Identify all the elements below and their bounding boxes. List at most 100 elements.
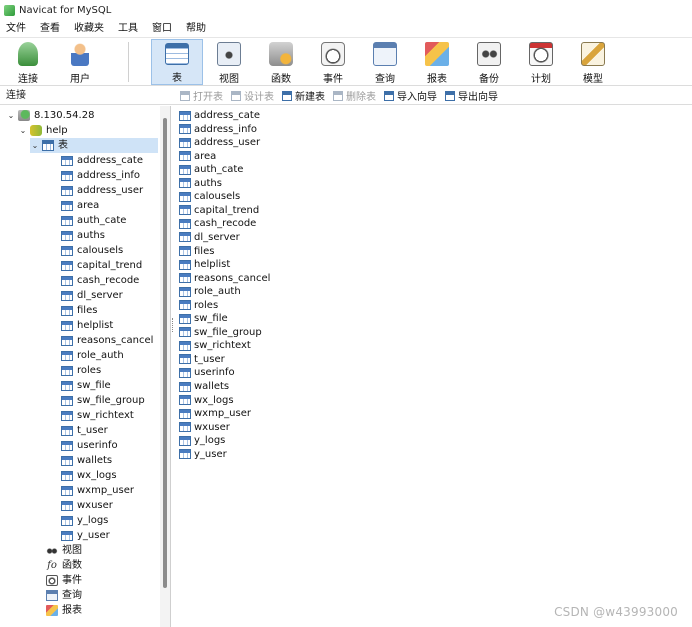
tree-node-table[interactable]: y_user: [61, 528, 110, 543]
menu-item[interactable]: 帮助: [179, 20, 213, 38]
event-icon: [321, 42, 345, 66]
table-list-item[interactable]: address_cate: [179, 109, 260, 122]
tree-node-table[interactable]: calousels: [61, 243, 123, 258]
toolbar-button[interactable]: 备份: [463, 39, 515, 85]
tree-node-table[interactable]: wx_logs: [61, 468, 117, 483]
table-list-item[interactable]: cash_recode: [179, 217, 256, 230]
tree-node-table[interactable]: reasons_cancel: [61, 333, 153, 348]
tree-node-table[interactable]: wallets: [61, 453, 112, 468]
tree-node-table[interactable]: dl_server: [61, 288, 123, 303]
toolbar-button[interactable]: 查询: [359, 39, 411, 85]
table-list-item[interactable]: address_info: [179, 123, 257, 136]
table-action-icon: [333, 90, 343, 101]
tree-node-table[interactable]: roles: [61, 363, 101, 378]
object-toolbar-button[interactable]: 删除表: [333, 88, 376, 103]
table-list-item[interactable]: sw_richtext: [179, 339, 251, 352]
table-list-item[interactable]: wallets: [179, 380, 229, 393]
table-list-item[interactable]: auths: [179, 177, 222, 190]
tree-node-table[interactable]: sw_richtext: [61, 408, 134, 423]
tree-node-label: files: [77, 305, 98, 316]
menu-item[interactable]: 文件: [0, 20, 33, 38]
toolbar-button[interactable]: 表: [151, 39, 203, 85]
tree-scrollbar[interactable]: [160, 106, 170, 627]
tree-node-table[interactable]: address_user: [61, 183, 143, 198]
table-list-item[interactable]: userinfo: [179, 366, 235, 379]
table-list-item[interactable]: t_user: [179, 353, 225, 366]
table-icon: [179, 191, 191, 202]
tree-node-table[interactable]: capital_trend: [61, 258, 142, 273]
tree-node-table[interactable]: role_auth: [61, 348, 124, 363]
table-list-item[interactable]: wxuser: [179, 421, 230, 434]
tree-node-database[interactable]: ⌄ help: [18, 123, 68, 138]
table-list-item[interactable]: area: [179, 150, 216, 163]
tree-node-tables[interactable]: ⌄ 表: [30, 138, 158, 153]
table-list-item[interactable]: capital_trend: [179, 204, 259, 217]
toolbar-button[interactable]: 报表: [411, 39, 463, 85]
tree-node-group[interactable]: 报表: [46, 603, 82, 618]
toolbar-button-label: 连接: [18, 74, 38, 85]
tree-node-group[interactable]: 视图: [46, 543, 82, 558]
table-list-item[interactable]: role_auth: [179, 285, 241, 298]
toolbar-button[interactable]: 计划: [515, 39, 567, 85]
table-list-item[interactable]: y_logs: [179, 434, 225, 447]
tree-node-table[interactable]: t_user: [61, 423, 108, 438]
table-list-item[interactable]: files: [179, 245, 214, 258]
tree-node-table[interactable]: sw_file: [61, 378, 111, 393]
table-icon: [179, 286, 191, 297]
table-list-item[interactable]: sw_file_group: [179, 326, 262, 339]
table-list-item-label: address_cate: [194, 110, 260, 121]
tree-node-server[interactable]: ⌄ 8.130.54.28: [6, 108, 94, 123]
toolbar-button[interactable]: 视图: [203, 39, 255, 85]
menu-item[interactable]: 查看: [33, 20, 67, 38]
table-list-item[interactable]: wx_logs: [179, 394, 234, 407]
menu-item[interactable]: 窗口: [145, 20, 179, 38]
tree-node-table[interactable]: address_info: [61, 168, 140, 183]
tree-node-table[interactable]: wxuser: [61, 498, 113, 513]
table-list-item[interactable]: reasons_cancel: [179, 272, 270, 285]
toolbar-button[interactable]: 用户: [54, 39, 106, 85]
object-toolbar-button[interactable]: 导出向导: [445, 88, 498, 103]
toolbar-button-label: 报表: [427, 74, 447, 85]
tree-node-group[interactable]: 事件: [46, 573, 82, 588]
tree-scrollbar-thumb[interactable]: [163, 118, 167, 588]
tree-node-table[interactable]: files: [61, 303, 97, 318]
tree-node-table[interactable]: auth_cate: [61, 213, 126, 228]
menu-item[interactable]: 收藏夹: [67, 20, 111, 38]
object-toolbar-button[interactable]: 导入向导: [384, 88, 437, 103]
tree-node-table[interactable]: address_cate: [61, 153, 143, 168]
table-list-item[interactable]: wxmp_user: [179, 407, 251, 420]
table-icon: [61, 410, 73, 421]
tree-node-table[interactable]: auths: [61, 228, 105, 243]
toolbar-button[interactable]: 函数: [255, 39, 307, 85]
tree-node-table[interactable]: wxmp_user: [61, 483, 134, 498]
tree-node-label: calousels: [77, 245, 124, 256]
tree-node-table[interactable]: area: [61, 198, 99, 213]
tree-node-table[interactable]: y_logs: [61, 513, 108, 528]
table-list-item[interactable]: calousels: [179, 190, 240, 203]
tree-node-group[interactable]: fo 函数: [46, 558, 82, 573]
tree-node-group[interactable]: 查询: [46, 588, 82, 603]
object-toolbar-button[interactable]: 新建表: [282, 88, 325, 103]
menu-item[interactable]: 工具: [111, 20, 145, 38]
tree-node-table[interactable]: userinfo: [61, 438, 118, 453]
table-list-item[interactable]: auth_cate: [179, 163, 243, 176]
object-toolbar-button[interactable]: 打开表: [180, 88, 223, 103]
table-list-item[interactable]: helplist: [179, 258, 230, 271]
chevron-down-icon[interactable]: ⌄: [18, 123, 28, 138]
tree-node-table[interactable]: cash_recode: [61, 273, 139, 288]
chevron-down-icon[interactable]: ⌄: [6, 108, 16, 123]
tree-node-table[interactable]: sw_file_group: [61, 393, 145, 408]
tree-node-table[interactable]: helplist: [61, 318, 113, 333]
table-list-item[interactable]: dl_server: [179, 231, 240, 244]
toolbar-button[interactable]: 事件: [307, 39, 359, 85]
object-toolbar-button[interactable]: 设计表: [231, 88, 274, 103]
toolbar-button[interactable]: 连接: [2, 39, 54, 85]
table-list-item[interactable]: roles: [179, 299, 218, 312]
chevron-down-icon[interactable]: ⌄: [30, 138, 40, 153]
toolbar-button[interactable]: 模型: [567, 39, 619, 85]
table-list-item[interactable]: sw_file: [179, 312, 228, 325]
toolbar-button-label: 视图: [219, 74, 239, 85]
table-list-item[interactable]: y_user: [179, 448, 227, 461]
table-list-item[interactable]: address_user: [179, 136, 260, 149]
splitter-grip[interactable]: [172, 318, 175, 332]
